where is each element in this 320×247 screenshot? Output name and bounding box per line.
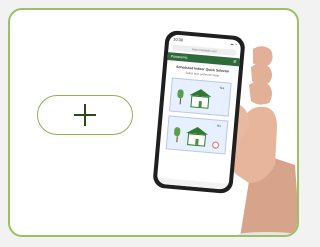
menu-icon: ☰: [233, 59, 237, 65]
house-icon: [188, 88, 212, 110]
status-icons: ▪▪ ◔: [230, 41, 238, 48]
bottom-bar: [156, 177, 229, 190]
warning-badge-icon: [211, 141, 220, 149]
house-icon: [185, 125, 209, 148]
option-label-no: No: [216, 123, 222, 128]
option-label-yes: Yes: [219, 85, 225, 91]
plus-icon: [74, 104, 96, 126]
option-panel-yes: Yes: [168, 77, 232, 117]
option-panel-no: No: [165, 115, 229, 155]
tree-icon: [177, 89, 184, 105]
smartphone: 10:30 ▪▪ ◔ www.example.com Panasonic ☰ S…: [152, 29, 246, 195]
hand-holding-phone-photo: 10:30 ▪▪ ◔ www.example.com Panasonic ☰ S…: [145, 15, 297, 235]
card: 10:30 ▪▪ ◔ www.example.com Panasonic ☰ S…: [8, 8, 299, 237]
url-text: www.example.com: [191, 47, 218, 54]
status-time: 10:30: [173, 36, 184, 43]
add-button[interactable]: [37, 95, 133, 135]
tree-icon: [173, 126, 181, 143]
app-header-title: Panasonic: [170, 54, 188, 60]
phone-screen: 10:30 ▪▪ ◔ www.example.com Panasonic ☰ S…: [156, 34, 242, 190]
